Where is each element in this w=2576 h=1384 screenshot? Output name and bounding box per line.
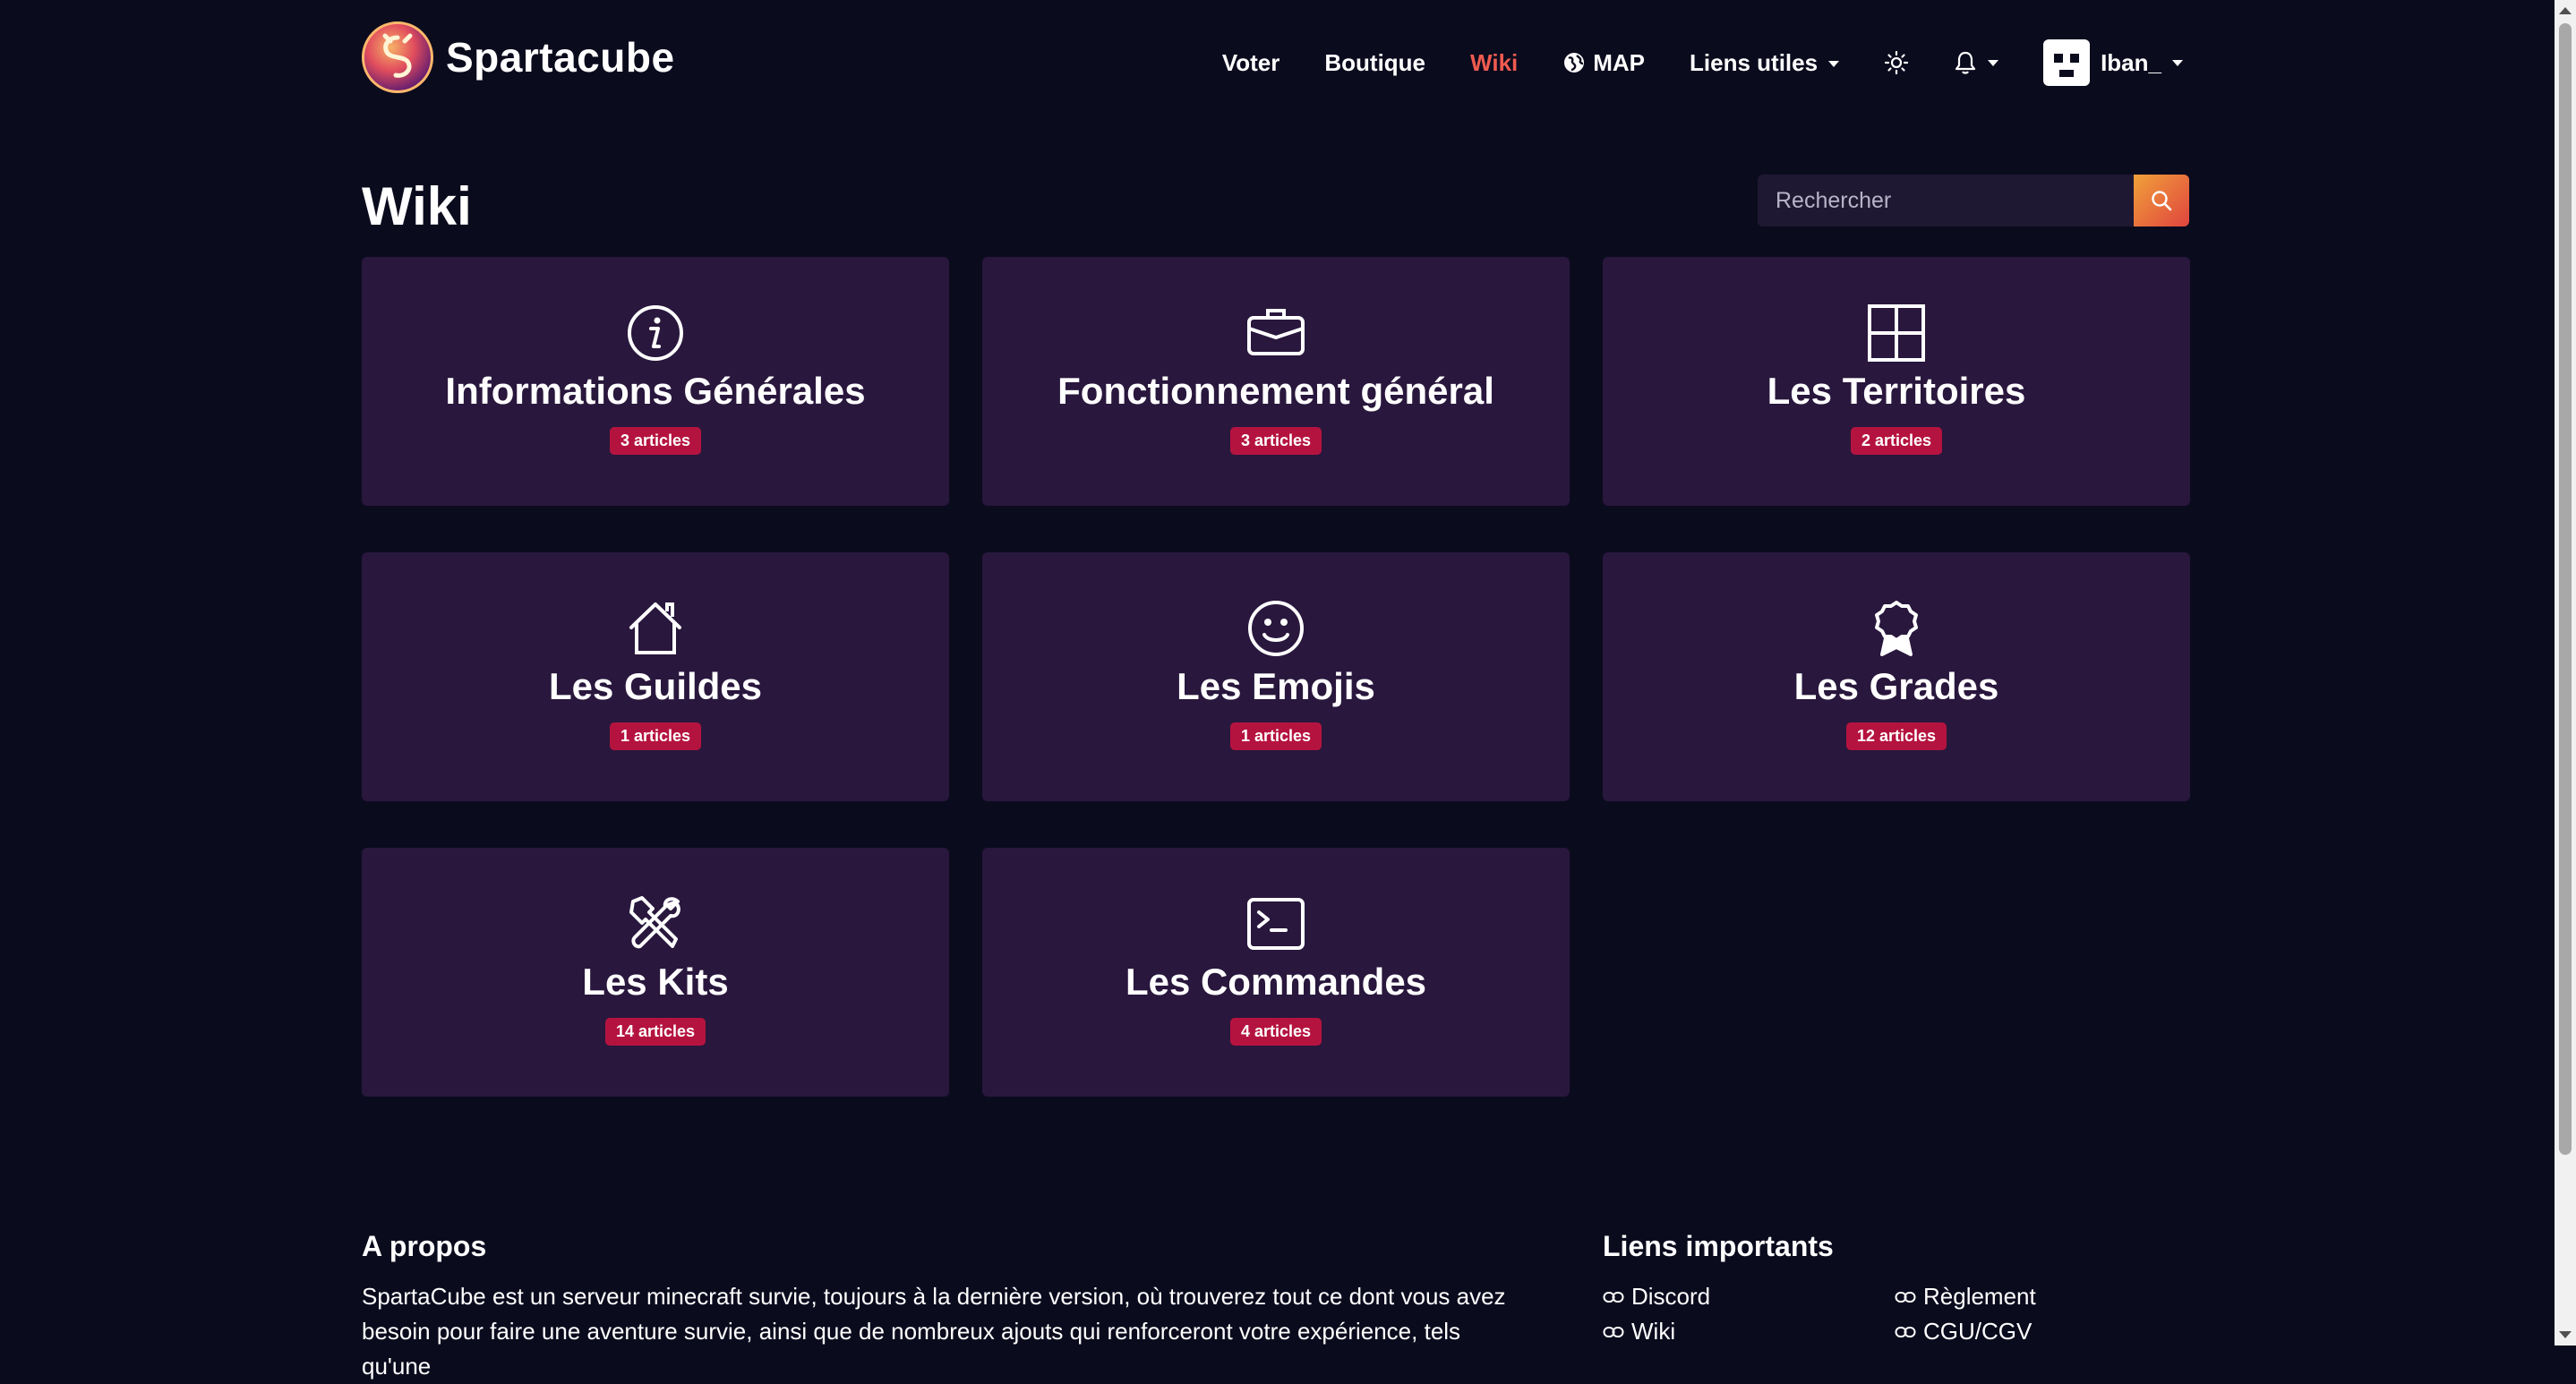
caret-down-icon xyxy=(1988,59,1999,66)
site-header: Spartacube Voter Boutique Wiki MAP Liens… xyxy=(0,0,2555,121)
footer-about-text: SpartaCube est un serveur minecraft surv… xyxy=(362,1283,1506,1380)
search-button[interactable] xyxy=(2134,175,2189,226)
footer-about: A propos SpartaCube est un serveur minec… xyxy=(362,1230,1526,1384)
scroll-thumb[interactable] xyxy=(2559,23,2572,1155)
search-icon xyxy=(2152,191,2172,211)
category-card-les-kits[interactable]: Les Kits 14 articles xyxy=(362,848,949,1097)
info-circle-icon xyxy=(624,302,687,364)
nav-voter[interactable]: Voter xyxy=(1222,49,1280,77)
award-icon xyxy=(1865,597,1928,660)
link-icon xyxy=(1895,1291,1916,1303)
category-card-les-guildes[interactable]: Les Guildes 1 articles xyxy=(362,552,949,801)
theme-toggle[interactable] xyxy=(1884,50,1909,75)
globe-icon xyxy=(1564,53,1585,73)
sun-icon xyxy=(1884,50,1909,75)
wiki-categories: Informations Générales 3 articles Foncti… xyxy=(362,257,2190,1097)
grid-icon xyxy=(1865,302,1928,364)
footer-link-label: Wiki xyxy=(1631,1318,1676,1345)
footer-link-reglement[interactable]: Règlement xyxy=(1895,1283,2187,1311)
nav-liens-utiles[interactable]: Liens utiles xyxy=(1690,48,1840,77)
nav-map-label: MAP xyxy=(1593,48,1646,76)
briefcase-icon xyxy=(1245,302,1307,364)
footer-link-discord[interactable]: Discord xyxy=(1603,1283,1895,1311)
bell-icon xyxy=(1955,51,1976,74)
article-count-badge: 14 articles xyxy=(604,1018,706,1046)
article-count-badge: 4 articles xyxy=(1229,1018,1322,1046)
category-title: Les Commandes xyxy=(1125,961,1427,1003)
search-input[interactable] xyxy=(1758,175,2134,226)
category-title: Les Territoires xyxy=(1767,370,2026,412)
search-bar xyxy=(1758,175,2189,226)
article-count-badge: 1 articles xyxy=(1229,722,1322,750)
brand[interactable]: Spartacube xyxy=(362,21,675,93)
article-count-badge: 12 articles xyxy=(1845,722,1947,750)
category-title: Fonctionnement général xyxy=(1057,370,1494,412)
article-count-badge: 2 articles xyxy=(1850,427,1943,455)
article-count-badge: 3 articles xyxy=(1229,427,1322,455)
nav-liens-utiles-label: Liens utiles xyxy=(1690,48,1819,76)
main-nav: Voter Boutique Wiki MAP Liens utiles Iba… xyxy=(1222,39,2183,86)
category-title: Les Kits xyxy=(582,961,729,1003)
smiley-icon xyxy=(1245,597,1307,660)
article-count-badge: 3 articles xyxy=(609,427,702,455)
category-title: Les Grades xyxy=(1793,665,1999,707)
terminal-icon xyxy=(1245,893,1307,955)
link-icon xyxy=(1603,1291,1624,1303)
footer-link-cgu-cgv[interactable]: CGU/CGV xyxy=(1895,1318,2187,1346)
category-title: Les Guildes xyxy=(548,665,763,707)
house-icon xyxy=(624,597,687,660)
category-title: Les Emojis xyxy=(1177,665,1375,707)
caret-down-icon xyxy=(1828,61,1840,68)
nav-boutique[interactable]: Boutique xyxy=(1324,49,1425,77)
spartacube-logo[interactable] xyxy=(362,21,433,93)
footer-links-list: Discord Règlement Wiki CGU/CGV xyxy=(1603,1283,2194,1346)
footer-link-label: Discord xyxy=(1631,1283,1711,1310)
notifications-button[interactable] xyxy=(1954,50,1999,75)
nav-map[interactable]: MAP xyxy=(1562,49,1645,77)
category-card-fonctionnement-general[interactable]: Fonctionnement général 3 articles xyxy=(982,257,1570,506)
tools-icon xyxy=(624,893,687,955)
link-icon xyxy=(1895,1326,1916,1337)
scroll-up-arrow[interactable] xyxy=(2559,7,2572,14)
footer-important-links: Liens importants Discord Règlement Wiki … xyxy=(1603,1230,2194,1346)
brand-name[interactable]: Spartacube xyxy=(446,33,675,81)
caret-down-icon xyxy=(2172,59,2183,66)
article-count-badge: 1 articles xyxy=(609,722,702,750)
footer-link-label: Règlement xyxy=(1923,1283,2036,1310)
scroll-down-arrow[interactable] xyxy=(2559,1331,2572,1338)
category-card-les-emojis[interactable]: Les Emojis 1 articles xyxy=(982,552,1570,801)
category-card-les-commandes[interactable]: Les Commandes 4 articles xyxy=(982,848,1570,1097)
category-title: Informations Générales xyxy=(445,370,866,412)
link-icon xyxy=(1603,1326,1624,1337)
nav-wiki[interactable]: Wiki xyxy=(1470,49,1518,77)
footer-link-wiki[interactable]: Wiki xyxy=(1603,1318,1895,1346)
category-card-les-territoires[interactable]: Les Territoires 2 articles xyxy=(1603,257,2190,506)
user-menu[interactable]: Iban_ xyxy=(2043,39,2183,86)
footer-about-heading: A propos xyxy=(362,1230,487,1262)
category-card-informations-generales[interactable]: Informations Générales 3 articles xyxy=(362,257,949,506)
avatar[interactable] xyxy=(2043,39,2091,86)
user-name: Iban_ xyxy=(2101,48,2161,76)
logo-mark xyxy=(364,24,431,90)
page-scrollbar[interactable] xyxy=(2555,0,2576,1346)
category-card-les-grades[interactable]: Les Grades 12 articles xyxy=(1603,552,2190,801)
footer-links-heading: Liens importants xyxy=(1603,1230,1834,1262)
footer-link-label: CGU/CGV xyxy=(1923,1318,2033,1345)
page-title: Wiki xyxy=(362,176,472,236)
